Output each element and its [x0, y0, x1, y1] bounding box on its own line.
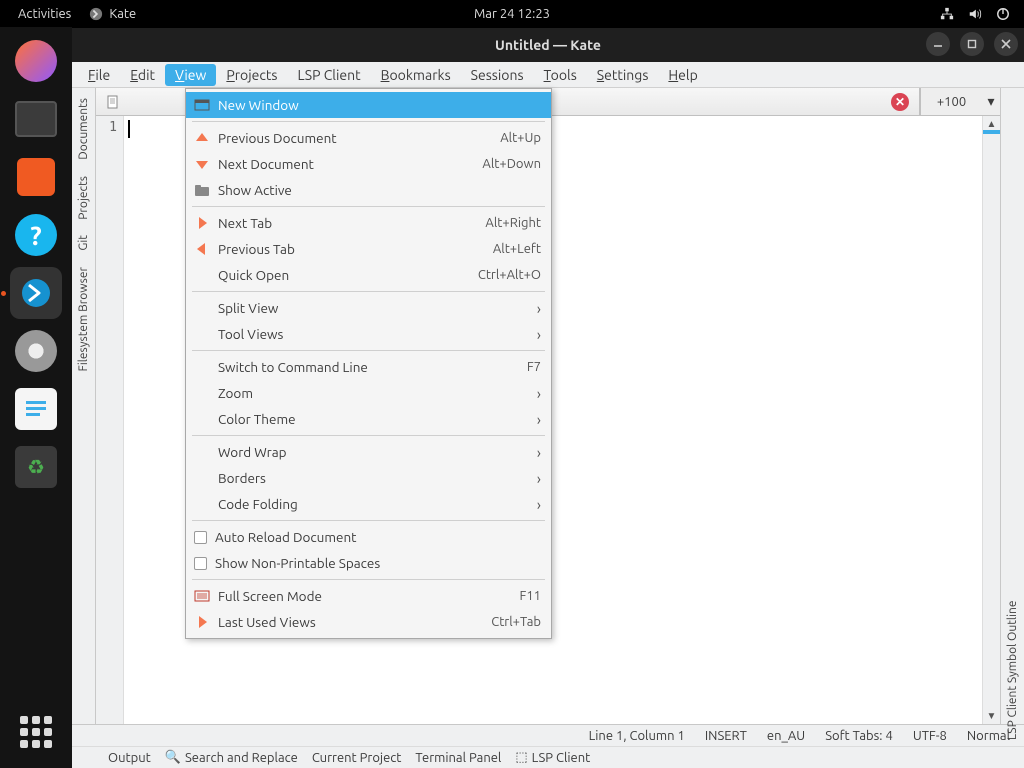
left-tool-rail: Documents Projects Git Filesystem Browser [72, 88, 96, 746]
active-app-indicator[interactable]: Kate [89, 7, 136, 21]
menu-bar: FileEditViewProjectsLSP ClientBookmarksS… [72, 62, 1024, 88]
view-menu-dropdown: New Window Previous DocumentAlt+UpNext Do… [185, 88, 552, 639]
left-icon [194, 241, 210, 257]
clock[interactable]: Mar 24 12:23 [474, 7, 550, 21]
dock-disc[interactable] [10, 325, 62, 377]
bottom-terminal-panel[interactable]: Terminal Panel [415, 751, 501, 765]
status-locale[interactable]: en_AU [767, 729, 805, 743]
menu-edit[interactable]: Edit [120, 64, 165, 86]
rail-lsp-outline[interactable]: LSP Client Symbol Outline [1006, 88, 1019, 746]
menu-item-switch-to-command-line[interactable]: Switch to Command LineF7 [186, 354, 551, 380]
menu-view[interactable]: View [165, 64, 216, 86]
status-encoding[interactable]: UTF-8 [913, 729, 947, 743]
menu-item-show-non-printable-spaces[interactable]: Show Non-Printable Spaces [186, 550, 551, 576]
fullscreen-icon [194, 588, 210, 604]
dock-trash[interactable]: ♻ [10, 441, 62, 493]
menu-item-tool-views[interactable]: Tool Views [186, 321, 551, 347]
menu-item-word-wrap[interactable]: Word Wrap [186, 439, 551, 465]
menu-lsp-client[interactable]: LSP Client [287, 64, 370, 86]
menu-item-full-screen-mode[interactable]: Full Screen ModeF11 [186, 583, 551, 609]
rail-git[interactable]: Git [77, 229, 90, 257]
menu-item-borders[interactable]: Borders [186, 465, 551, 491]
rail-filesystem-browser[interactable]: Filesystem Browser [77, 261, 90, 377]
zoom-level[interactable]: +100 [920, 88, 982, 115]
menu-item-last-used-views[interactable]: Last Used ViewsCtrl+Tab [186, 609, 551, 635]
window-title: Untitled — Kate [495, 37, 601, 53]
network-icon[interactable] [940, 7, 954, 21]
scroll-down-icon[interactable]: ▼ [987, 710, 997, 722]
up-icon [194, 130, 210, 146]
menu-item-next-document[interactable]: Next DocumentAlt+Down [186, 151, 551, 177]
status-mode[interactable]: INSERT [705, 729, 747, 743]
down-icon [194, 156, 210, 172]
power-icon[interactable] [996, 7, 1010, 21]
line-number-gutter: 1 [96, 116, 124, 724]
gnome-top-bar: Activities Kate Mar 24 12:23 [0, 0, 1024, 27]
tab-close-icon[interactable]: ✕ [891, 93, 909, 111]
dock-text-editor[interactable] [10, 383, 62, 435]
status-state[interactable]: Normal [967, 729, 1010, 743]
dock-files[interactable] [10, 93, 62, 145]
dock-firefox[interactable] [10, 35, 62, 87]
dock-kate[interactable] [10, 267, 62, 319]
menu-tools[interactable]: Tools [534, 64, 587, 86]
checkbox-icon [194, 557, 207, 570]
right-tool-rail: LSP Client Symbol Outline [1000, 88, 1024, 746]
show-applications[interactable] [16, 712, 56, 752]
vertical-scrollbar[interactable]: ▲ ▼ [982, 116, 1000, 724]
window-minimize[interactable] [926, 32, 950, 56]
right-icon [194, 215, 210, 231]
status-bar: Line 1, Column 1 INSERT en_AU Soft Tabs:… [72, 724, 1024, 746]
menu-projects[interactable]: Projects [216, 64, 287, 86]
checkbox-icon [194, 531, 207, 544]
menu-item-previous-tab[interactable]: Previous TabAlt+Left [186, 236, 551, 262]
menu-settings[interactable]: Settings [587, 64, 659, 86]
document-icon [106, 95, 120, 109]
rail-projects[interactable]: Projects [77, 170, 90, 226]
tool-icon: 🔍 [165, 750, 181, 765]
menu-item-quick-open[interactable]: Quick OpenCtrl+Alt+O [186, 262, 551, 288]
volume-icon[interactable] [968, 7, 982, 21]
menu-item-next-tab[interactable]: Next TabAlt+Right [186, 210, 551, 236]
menu-help[interactable]: Help [658, 64, 707, 86]
menu-item-previous-document[interactable]: Previous DocumentAlt+Up [186, 125, 551, 151]
scroll-up-icon[interactable]: ▲ [987, 118, 997, 130]
dock-help[interactable]: ? [10, 209, 62, 261]
status-tabs[interactable]: Soft Tabs: 4 [825, 729, 893, 743]
ubuntu-dock: ? ♻ [0, 27, 72, 768]
bottom-search-and-replace[interactable]: 🔍Search and Replace [165, 750, 298, 765]
window-icon [194, 97, 210, 113]
menu-item-color-theme[interactable]: Color Theme [186, 406, 551, 432]
kate-app-icon [89, 7, 103, 21]
menu-item-new-window[interactable]: New Window [186, 92, 551, 118]
bottom-current-project[interactable]: Current Project [312, 751, 402, 765]
bottom-lsp-client[interactable]: ⬚LSP Client [515, 750, 590, 765]
bottom-output[interactable]: Output [108, 751, 151, 765]
menu-item-split-view[interactable]: Split View [186, 295, 551, 321]
window-maximize[interactable] [960, 32, 984, 56]
rail-documents[interactable]: Documents [77, 92, 90, 166]
status-position[interactable]: Line 1, Column 1 [589, 729, 685, 743]
right-icon [194, 614, 210, 630]
menu-item-zoom[interactable]: Zoom [186, 380, 551, 406]
folder-icon [194, 182, 210, 198]
menu-item-code-folding[interactable]: Code Folding [186, 491, 551, 517]
menu-file[interactable]: File [78, 64, 120, 86]
zoom-dropdown[interactable]: ▾ [982, 88, 1000, 115]
bottom-tool-bar: Output 🔍Search and Replace Current Project… [72, 746, 1024, 768]
activities-button[interactable]: Activities [18, 7, 71, 21]
menu-sessions[interactable]: Sessions [461, 64, 534, 86]
title-bar: Untitled — Kate [72, 28, 1024, 62]
tool-icon: ⬚ [515, 750, 527, 765]
menu-bookmarks[interactable]: Bookmarks [371, 64, 461, 86]
minimap-marker [983, 130, 1000, 134]
menu-item-auto-reload-document[interactable]: Auto Reload Document [186, 524, 551, 550]
window-close[interactable] [994, 32, 1018, 56]
menu-item-show-active[interactable]: Show Active [186, 177, 551, 203]
dock-software[interactable] [10, 151, 62, 203]
kate-window: Untitled — Kate FileEditViewProjectsLSP … [72, 27, 1024, 768]
kate-icon [19, 276, 53, 310]
